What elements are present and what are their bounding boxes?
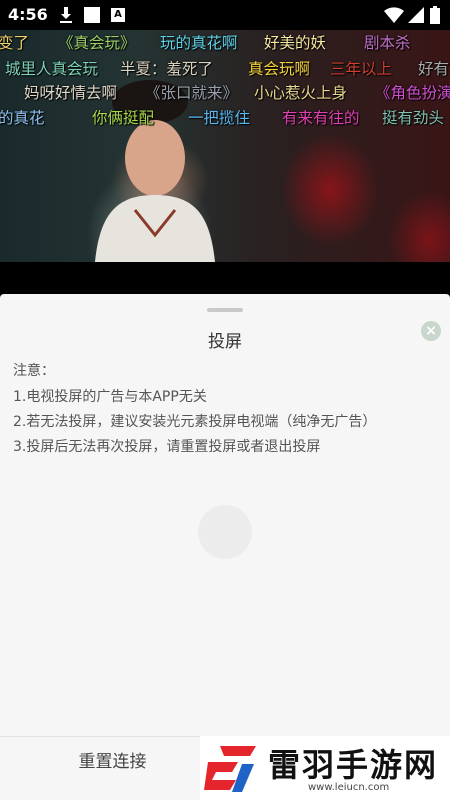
danmaku-comment: 变了 <box>0 34 30 52</box>
download-icon <box>60 7 72 23</box>
watermark-url: www.leiucn.com <box>308 782 390 793</box>
notice-line: 3.投屏后无法再次投屏，请重置投屏或者退出投屏 <box>13 439 321 455</box>
watermark-brand: 雷羽手游网 <box>268 746 439 784</box>
danmaku-comment: 玩的真花啊 <box>160 34 238 52</box>
signal-icon <box>408 7 424 23</box>
danmaku-comment: 有来有往的 <box>282 109 360 127</box>
danmaku-comment: 《真会玩》 <box>58 34 136 52</box>
close-icon[interactable]: × <box>421 321 441 341</box>
battery-icon <box>430 6 440 24</box>
danmaku-comment: 《角色扮演 <box>375 84 450 102</box>
danmaku-comment: 的真花 <box>0 109 45 127</box>
notice-line: 2.若无法投屏，建议安装光元素投屏电视端（纯净无广告） <box>13 414 377 430</box>
danmaku-comment: 你俩挺配 <box>92 109 155 127</box>
reset-connection-button[interactable]: 重置连接 <box>0 737 225 800</box>
cast-bottom-sheet: 投屏 × 注意： 1.电视投屏的广告与本APP无关 2.若无法投屏，建议安装光元… <box>0 294 450 800</box>
danmaku-comment: 好美的妖 <box>264 34 327 52</box>
watermark-logo-icon <box>204 746 256 792</box>
danmaku-comment: 剧本杀 <box>364 34 411 52</box>
notice-heading: 注意： <box>13 363 55 379</box>
danmaku-comment: 小心惹火上身 <box>254 84 348 102</box>
danmaku-comment: 三年以上 <box>330 60 393 78</box>
danmaku-comment: 真会玩啊 <box>248 60 311 78</box>
danmaku-comment: 好有 <box>418 60 450 78</box>
notification-square-icon <box>84 7 100 23</box>
danmaku-comment: 一把揽住 <box>188 109 251 127</box>
sheet-drag-handle[interactable] <box>207 308 243 312</box>
sheet-title: 投屏 <box>208 332 242 352</box>
danmaku-comment: 妈呀好情去啊 <box>24 84 118 102</box>
status-bar: 4:56 A <box>0 0 450 30</box>
danmaku-comment: 半夏：羞死了 <box>120 60 214 78</box>
danmaku-comment: 城里人真会玩 <box>5 60 99 78</box>
danmaku-comment: 挺有劲头 <box>382 109 445 127</box>
notice-line: 1.电视投屏的广告与本APP无关 <box>13 389 207 405</box>
wifi-icon <box>384 7 404 23</box>
video-player[interactable]: 变了 《真会玩》 玩的真花啊 好美的妖 剧本杀 城里人真会玩 半夏：羞死了 真会… <box>0 30 450 262</box>
loading-spinner <box>198 505 252 559</box>
site-watermark: 雷羽手游网 www.leiucn.com <box>200 736 450 800</box>
status-time: 4:56 <box>8 5 48 24</box>
danmaku-comment: 《张口就来》 <box>145 84 239 102</box>
app-notification-icon: A <box>111 8 125 22</box>
video-letterbox <box>0 262 450 294</box>
